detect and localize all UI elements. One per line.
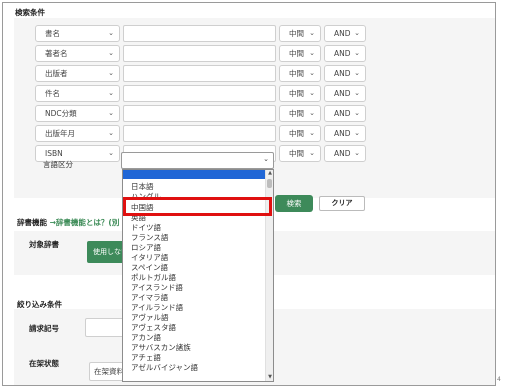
chevron-down-icon: ⌄	[309, 129, 315, 137]
chevron-down-icon: ⌄	[309, 29, 315, 37]
search-input-6[interactable]	[123, 125, 276, 142]
chevron-down-icon: ⌄	[108, 109, 114, 117]
chevron-down-icon: ⌄	[354, 89, 360, 97]
match-select-1[interactable]: 中間 ⌄	[279, 25, 321, 42]
option-french[interactable]: フランス語	[131, 233, 168, 243]
option-azerbaijani[interactable]: アゼルバイジャン語	[131, 363, 198, 373]
chevron-down-icon: ⌄	[108, 69, 114, 77]
annotation-highlight-box	[123, 197, 272, 216]
match-select-5[interactable]: 中間 ⌄	[279, 105, 321, 122]
option-avestan[interactable]: アヴェスタ語	[131, 323, 176, 333]
match-select-4[interactable]: 中間 ⌄	[279, 85, 321, 102]
dropdown-highlight	[123, 170, 266, 179]
field-select-3[interactable]: 出版者 ⌄	[35, 65, 120, 82]
chevron-down-icon: ⌄	[108, 49, 114, 57]
search-input-1[interactable]	[123, 25, 276, 42]
scroll-down-icon[interactable]: ▼	[266, 374, 273, 381]
request-number-input[interactable]	[85, 318, 127, 337]
chevron-down-icon: ⌄	[108, 89, 114, 97]
match-select-7[interactable]: 中間 ⌄	[279, 145, 321, 162]
dictionary-title: 辞書機能	[17, 218, 47, 227]
chevron-down-icon: ⌄	[309, 149, 315, 157]
field-select-4[interactable]: 件名 ⌄	[35, 85, 120, 102]
page-frame: 検索条件 書名 ⌄ 中間 ⌄ AND ⌄ 著者名 ⌄ 中間 ⌄ AND ⌄ 出版者 ⌄ 中間 ⌄…	[2, 2, 496, 386]
option-russian[interactable]: ロシア語	[131, 243, 161, 253]
chevron-down-icon: ⌄	[309, 69, 315, 77]
search-button[interactable]: 検索	[275, 195, 313, 212]
request-number-label: 請求記号	[29, 324, 59, 333]
dictionary-title-row: 辞書機能 →辞書機能とは？(別	[17, 217, 119, 228]
option-japanese[interactable]: 日本語	[131, 182, 154, 192]
option-acehnese[interactable]: アチェ語	[131, 353, 161, 363]
option-akan[interactable]: アカン語	[131, 333, 161, 343]
match-select-6[interactable]: 中間 ⌄	[279, 125, 321, 142]
chevron-down-icon: ⌄	[108, 129, 114, 137]
option-irish[interactable]: アイルランド語	[131, 303, 183, 313]
language-select[interactable]: ⌄	[121, 152, 274, 169]
chevron-down-icon: ⌄	[263, 155, 269, 163]
search-input-4[interactable]	[123, 85, 276, 102]
option-german[interactable]: ドイツ語	[131, 223, 161, 233]
search-input-3[interactable]	[123, 65, 276, 82]
dictionary-help-link[interactable]: →辞書機能とは？(別	[50, 218, 120, 227]
scroll-thumb[interactable]	[267, 179, 272, 188]
chevron-down-icon: ⌄	[354, 49, 360, 57]
operator-select-3[interactable]: AND ⌄	[324, 65, 366, 82]
option-athapascan[interactable]: アサバスカン諸族	[131, 343, 191, 353]
chevron-down-icon: ⌄	[108, 29, 114, 37]
operator-select-1[interactable]: AND ⌄	[324, 25, 366, 42]
scroll-up-icon[interactable]: ▲	[266, 170, 273, 177]
chevron-down-icon: ⌄	[108, 149, 114, 157]
operator-select-5[interactable]: AND ⌄	[324, 105, 366, 122]
language-label: 言語区分	[43, 160, 73, 169]
search-input-5[interactable]	[123, 105, 276, 122]
option-portuguese[interactable]: ポルトガル語	[131, 273, 176, 283]
operator-select-2[interactable]: AND ⌄	[324, 45, 366, 62]
field-select-1[interactable]: 書名 ⌄	[35, 25, 120, 42]
match-select-2[interactable]: 中間 ⌄	[279, 45, 321, 62]
shelf-status-label: 在架状態	[29, 359, 59, 368]
chevron-down-icon: ⌄	[354, 129, 360, 137]
option-avar[interactable]: アヴァル語	[131, 313, 169, 323]
operator-select-6[interactable]: AND ⌄	[324, 125, 366, 142]
chevron-down-icon: ⌄	[354, 109, 360, 117]
chevron-down-icon: ⌄	[354, 69, 360, 77]
chevron-down-icon: ⌄	[309, 49, 315, 57]
match-select-3[interactable]: 中間 ⌄	[279, 65, 321, 82]
option-aymara[interactable]: アイマラ語	[131, 293, 168, 303]
field-select-2[interactable]: 著者名 ⌄	[35, 45, 120, 62]
operator-select-4[interactable]: AND ⌄	[324, 85, 366, 102]
field-select-5[interactable]: NDC分類 ⌄	[35, 105, 120, 122]
chevron-down-icon: ⌄	[354, 149, 360, 157]
clear-button[interactable]: クリア	[319, 196, 365, 211]
chevron-down-icon: ⌄	[309, 109, 315, 117]
page-number: 4	[497, 376, 501, 383]
option-italian[interactable]: イタリア語	[131, 253, 168, 263]
chevron-down-icon: ⌄	[309, 89, 315, 97]
chevron-down-icon: ⌄	[354, 29, 360, 37]
search-conditions-title: 検索条件	[15, 8, 45, 17]
option-icelandic[interactable]: アイスランド語	[131, 283, 183, 293]
option-spanish[interactable]: スペイン語	[131, 263, 168, 273]
dictionary-target-label: 対象辞書	[29, 240, 59, 249]
field-select-6[interactable]: 出版年月 ⌄	[35, 125, 120, 142]
search-input-2[interactable]	[123, 45, 276, 62]
operator-select-7[interactable]: AND ⌄	[324, 145, 366, 162]
